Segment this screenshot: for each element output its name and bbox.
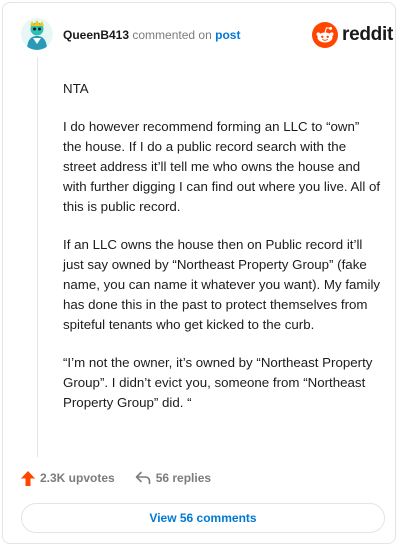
comment-paragraph: “I’m not the owner, it’s owned by “North… (63, 355, 373, 410)
post-link[interactable]: post (215, 28, 240, 42)
comment-footer: 2.3K upvotes 56 replies (21, 469, 211, 487)
upvote-button[interactable]: 2.3K upvotes (21, 470, 115, 486)
username[interactable]: QueenB413 (63, 28, 129, 42)
upvote-arrow-icon (21, 470, 35, 486)
byline-action: commented on (132, 28, 212, 42)
comment-body: NTA I do however recommend forming an LL… (63, 79, 381, 431)
view-comments-button[interactable]: View 56 comments (21, 503, 385, 533)
comment-header: QueenB413 commented on post reddit (3, 3, 397, 65)
reddit-brand[interactable]: reddit (312, 22, 393, 48)
brand-wordmark: reddit (342, 24, 393, 45)
replies-button[interactable]: 56 replies (135, 471, 211, 485)
comment-paragraph: I do however recommend forming an LLC to… (63, 119, 381, 214)
comment-card: QueenB413 commented on post reddit NTA I… (2, 2, 396, 544)
reddit-logo-icon (312, 22, 338, 48)
comment-paragraph: NTA (63, 81, 89, 96)
avatar-icon (21, 18, 53, 50)
avatar[interactable] (21, 18, 53, 50)
upvote-count: 2.3K upvotes (40, 471, 115, 485)
comment-paragraph: If an LLC owns the house then on Public … (63, 237, 381, 332)
reply-arrow-icon (135, 471, 151, 485)
thread-line (37, 57, 38, 457)
reply-count: 56 replies (155, 471, 212, 485)
byline: QueenB413 commented on post (63, 27, 240, 43)
